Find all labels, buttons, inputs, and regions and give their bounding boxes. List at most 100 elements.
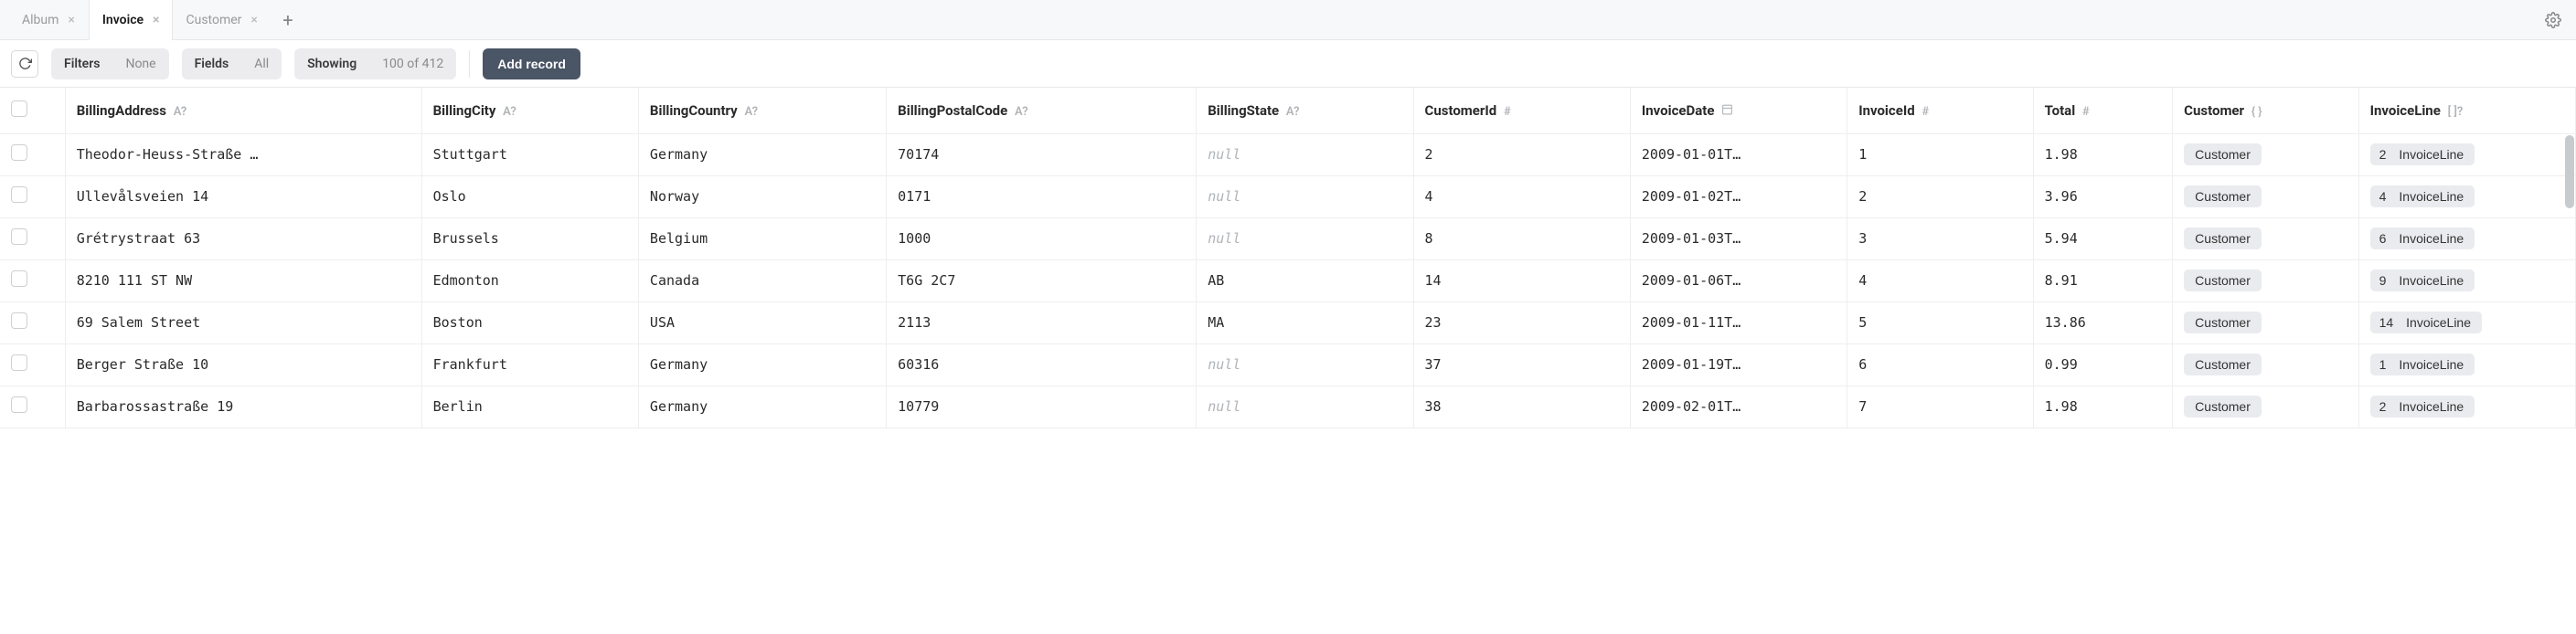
cell-invoiceid[interactable]: 3 (1847, 217, 2033, 259)
close-icon[interactable]: × (153, 13, 159, 27)
customer-chip[interactable]: Customer (2184, 312, 2262, 333)
cell-billingstate[interactable]: null (1197, 386, 1413, 428)
cell-billingcountry[interactable]: Belgium (638, 217, 886, 259)
table-row[interactable]: Theodor-Heuss-Straße …StuttgartGermany70… (0, 133, 2576, 175)
cell-total[interactable]: 1.98 (2033, 133, 2173, 175)
cell-invoiceline[interactable]: 9InvoiceLine (2358, 259, 2575, 301)
cell-invoiceid[interactable]: 4 (1847, 259, 2033, 301)
cell-total[interactable]: 0.99 (2033, 343, 2173, 386)
invoiceline-chip[interactable]: 2InvoiceLine (2370, 396, 2475, 417)
cell-invoicedate[interactable]: 2009-02-01T… (1630, 386, 1847, 428)
cell-invoiceline[interactable]: 1InvoiceLine (2358, 343, 2575, 386)
column-header-customer[interactable]: Customer { } (2173, 88, 2358, 133)
cell-billingstate[interactable]: null (1197, 133, 1413, 175)
cell-invoiceline[interactable]: 14InvoiceLine (2358, 301, 2575, 343)
cell-billingaddress[interactable]: Grétrystraat 63 (65, 217, 421, 259)
vertical-scrollbar[interactable] (2565, 135, 2574, 208)
column-header-billingstate[interactable]: BillingState A? (1197, 88, 1413, 133)
cell-invoiceline[interactable]: 2InvoiceLine (2358, 386, 2575, 428)
close-icon[interactable]: × (68, 13, 74, 27)
filters-pill[interactable]: Filters None (51, 48, 169, 79)
table-row[interactable]: 69 Salem StreetBostonUSA2113MA232009-01-… (0, 301, 2576, 343)
customer-chip[interactable]: Customer (2184, 227, 2262, 249)
cell-billingstate[interactable]: AB (1197, 259, 1413, 301)
cell-invoiceid[interactable]: 5 (1847, 301, 2033, 343)
invoiceline-chip[interactable]: 1InvoiceLine (2370, 354, 2475, 375)
cell-billingpostalcode[interactable]: 10779 (887, 386, 1197, 428)
invoiceline-chip[interactable]: 9InvoiceLine (2370, 269, 2475, 291)
cell-billingaddress[interactable]: 8210 111 ST NW (65, 259, 421, 301)
cell-billingcountry[interactable]: Germany (638, 133, 886, 175)
cell-billingpostalcode[interactable]: 60316 (887, 343, 1197, 386)
cell-customerid[interactable]: 14 (1413, 259, 1630, 301)
cell-customerid[interactable]: 4 (1413, 175, 1630, 217)
cell-billingpostalcode[interactable]: 0171 (887, 175, 1197, 217)
table-row[interactable]: Berger Straße 10FrankfurtGermany60316nul… (0, 343, 2576, 386)
cell-total[interactable]: 13.86 (2033, 301, 2173, 343)
cell-total[interactable]: 8.91 (2033, 259, 2173, 301)
cell-billingaddress[interactable]: 69 Salem Street (65, 301, 421, 343)
cell-total[interactable]: 3.96 (2033, 175, 2173, 217)
column-header-total[interactable]: Total # (2033, 88, 2173, 133)
cell-billingpostalcode[interactable]: 2113 (887, 301, 1197, 343)
row-checkbox[interactable] (11, 186, 27, 203)
row-checkbox[interactable] (11, 312, 27, 329)
cell-billingpostalcode[interactable]: T6G 2C7 (887, 259, 1197, 301)
cell-invoiceid[interactable]: 2 (1847, 175, 2033, 217)
tab-customer[interactable]: Customer× (173, 0, 271, 40)
cell-invoiceline[interactable]: 6InvoiceLine (2358, 217, 2575, 259)
row-checkbox[interactable] (11, 270, 27, 287)
tab-invoice[interactable]: Invoice× (89, 0, 174, 40)
cell-invoicedate[interactable]: 2009-01-19T… (1630, 343, 1847, 386)
cell-invoicedate[interactable]: 2009-01-06T… (1630, 259, 1847, 301)
refresh-button[interactable] (11, 50, 38, 78)
cell-billingstate[interactable]: null (1197, 175, 1413, 217)
cell-invoicedate[interactable]: 2009-01-03T… (1630, 217, 1847, 259)
column-header-billingcountry[interactable]: BillingCountry A? (638, 88, 886, 133)
customer-chip[interactable]: Customer (2184, 143, 2262, 165)
cell-invoicedate[interactable]: 2009-01-01T… (1630, 133, 1847, 175)
cell-invoiceid[interactable]: 7 (1847, 386, 2033, 428)
invoiceline-chip[interactable]: 4InvoiceLine (2370, 185, 2475, 207)
column-header-invoiceline[interactable]: InvoiceLine [ ]? (2358, 88, 2575, 133)
tab-album[interactable]: Album× (9, 0, 89, 40)
cell-billingaddress[interactable]: Theodor-Heuss-Straße … (65, 133, 421, 175)
cell-billingpostalcode[interactable]: 70174 (887, 133, 1197, 175)
column-header-billingcity[interactable]: BillingCity A? (421, 88, 638, 133)
showing-pill[interactable]: Showing 100 of 412 (294, 48, 456, 79)
column-header-invoiceid[interactable]: InvoiceId # (1847, 88, 2033, 133)
cell-customerid[interactable]: 2 (1413, 133, 1630, 175)
cell-billingcountry[interactable]: Germany (638, 386, 886, 428)
invoiceline-chip[interactable]: 14InvoiceLine (2370, 312, 2482, 333)
invoiceline-chip[interactable]: 6InvoiceLine (2370, 227, 2475, 249)
cell-billingcountry[interactable]: Canada (638, 259, 886, 301)
customer-chip[interactable]: Customer (2184, 354, 2262, 375)
cell-billingcountry[interactable]: Germany (638, 343, 886, 386)
row-checkbox[interactable] (11, 396, 27, 413)
column-header-billingaddress[interactable]: BillingAddress A? (65, 88, 421, 133)
cell-invoiceid[interactable]: 1 (1847, 133, 2033, 175)
cell-billingcity[interactable]: Frankfurt (421, 343, 638, 386)
row-checkbox[interactable] (11, 354, 27, 371)
add-record-button[interactable]: Add record (483, 48, 580, 79)
cell-customer[interactable]: Customer (2173, 386, 2358, 428)
cell-total[interactable]: 1.98 (2033, 386, 2173, 428)
row-checkbox[interactable] (11, 144, 27, 161)
cell-billingpostalcode[interactable]: 1000 (887, 217, 1197, 259)
cell-total[interactable]: 5.94 (2033, 217, 2173, 259)
cell-customerid[interactable]: 38 (1413, 386, 1630, 428)
cell-billingaddress[interactable]: Ullevålsveien 14 (65, 175, 421, 217)
close-icon[interactable]: × (250, 13, 257, 27)
customer-chip[interactable]: Customer (2184, 269, 2262, 291)
row-checkbox[interactable] (11, 228, 27, 245)
cell-billingcountry[interactable]: Norway (638, 175, 886, 217)
cell-customer[interactable]: Customer (2173, 343, 2358, 386)
customer-chip[interactable]: Customer (2184, 185, 2262, 207)
cell-billingcity[interactable]: Edmonton (421, 259, 638, 301)
select-all-checkbox[interactable] (11, 100, 27, 117)
table-row[interactable]: Barbarossastraße 19BerlinGermany10779nul… (0, 386, 2576, 428)
cell-customerid[interactable]: 23 (1413, 301, 1630, 343)
cell-billingcity[interactable]: Boston (421, 301, 638, 343)
cell-invoiceline[interactable]: 2InvoiceLine (2358, 133, 2575, 175)
cell-billingaddress[interactable]: Barbarossastraße 19 (65, 386, 421, 428)
